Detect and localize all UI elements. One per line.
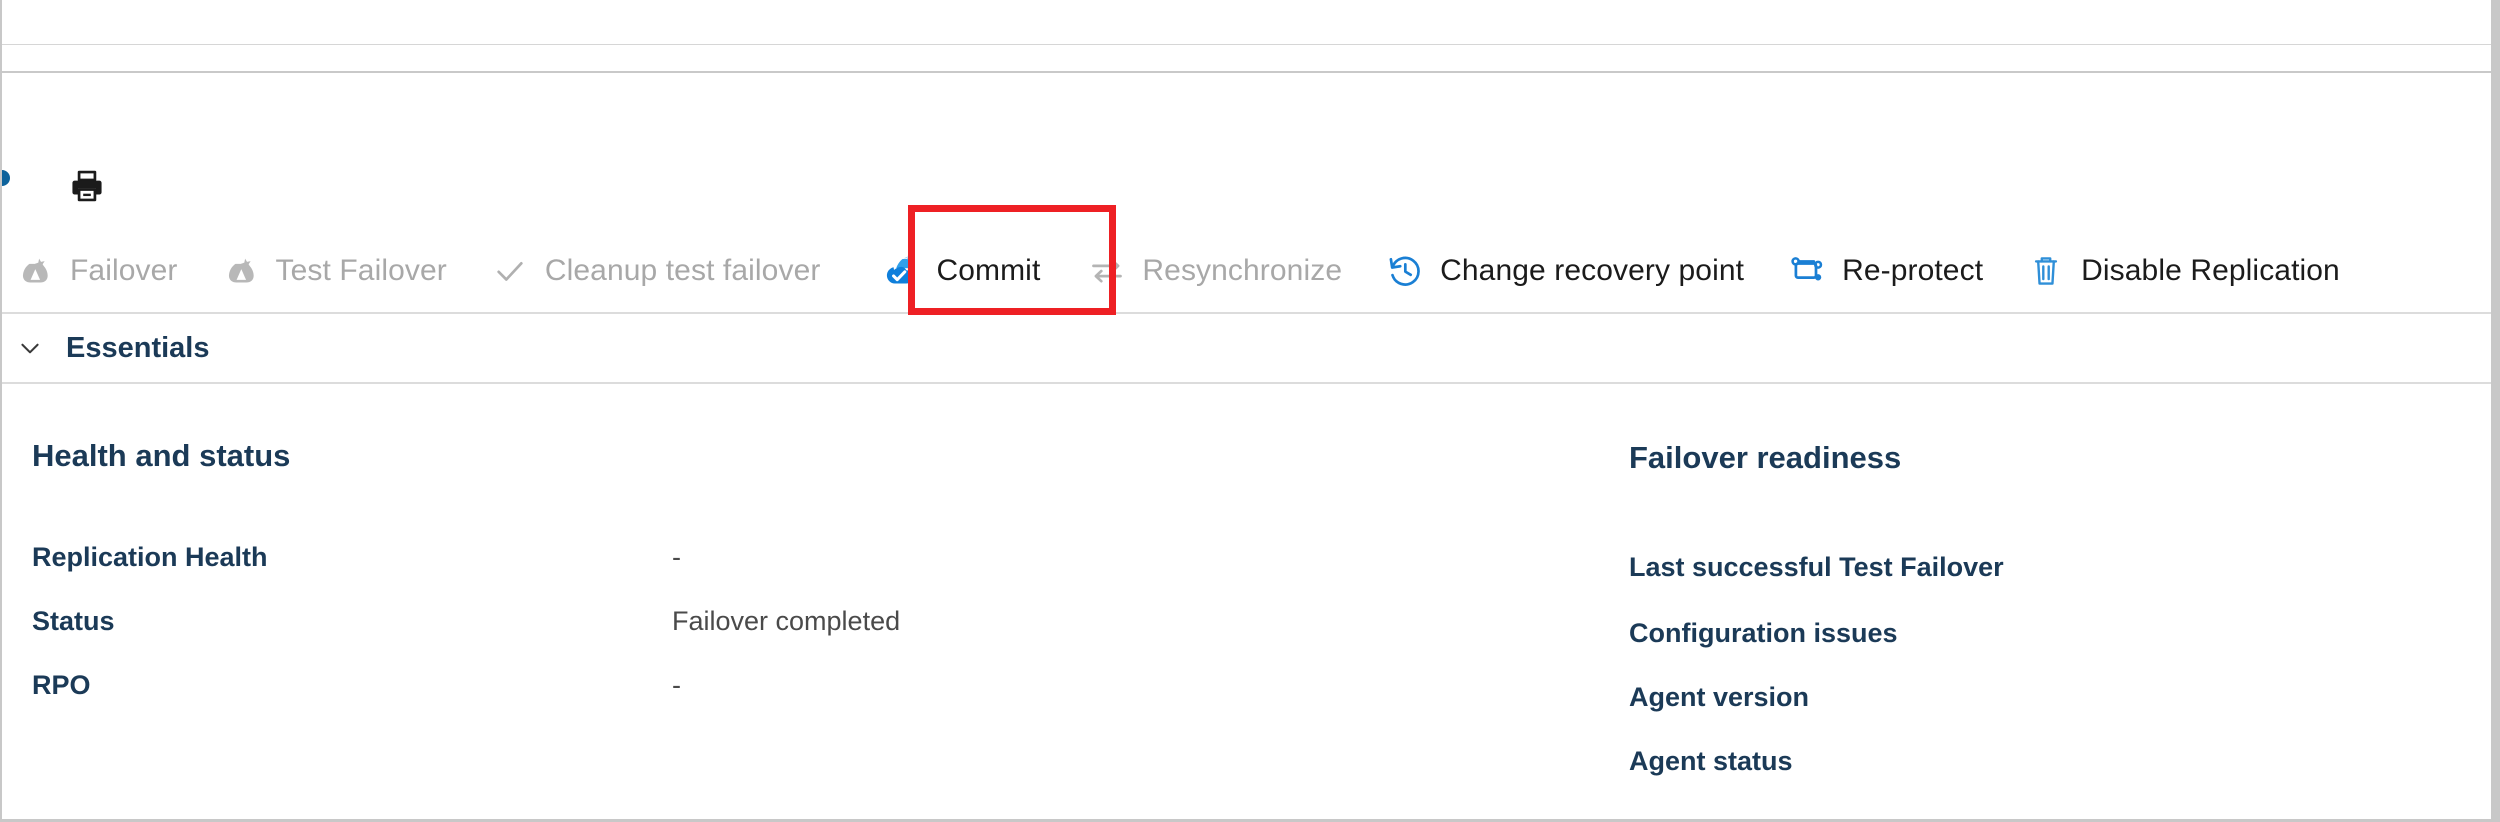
toolbar-item-label: Test Failover	[275, 254, 447, 287]
test-failover-icon	[220, 251, 262, 291]
toolbar-item-test-failover[interactable]: Test Failover	[220, 240, 447, 302]
toolbar-item-label: Cleanup test failover	[544, 254, 821, 287]
failover-readiness-title: Failover readiness	[1629, 440, 1902, 475]
essentials-bottom-divider	[2, 382, 2491, 384]
toolbar-item-label: Disable Replication	[2081, 254, 2340, 287]
chevron-down-icon	[8, 326, 52, 370]
essentials-section-header[interactable]: Essentials	[2, 314, 2491, 382]
checkmark-icon	[489, 251, 531, 291]
property-value: Failover completed	[672, 606, 901, 636]
clock-history-icon	[1384, 251, 1426, 291]
toolbar-item-disable-replication[interactable]: Disable Replication	[2025, 240, 2340, 302]
re-protect-icon	[1786, 251, 1828, 291]
property-row-replication-health: Replication Health -	[32, 542, 1432, 572]
toolbar-item-change-recovery-point[interactable]: Change recovery point	[1384, 240, 1744, 302]
clipped-partial-icon	[2, 168, 14, 208]
toolbar-item-resynchronize[interactable]: Resynchronize	[1086, 240, 1342, 302]
property-value: -	[672, 670, 681, 700]
property-value: -	[672, 542, 681, 572]
toolbar-item-label: Resynchronize	[1142, 254, 1343, 287]
property-key: RPO	[32, 670, 91, 700]
property-row-configuration-issues: Configuration issues	[1629, 618, 2449, 648]
health-and-status-title: Health and status	[32, 438, 291, 473]
property-row-agent-version: Agent version	[1629, 682, 2449, 712]
essentials-label: Essentials	[66, 331, 210, 364]
resynchronize-arrows-icon	[1086, 251, 1128, 291]
trash-icon	[2025, 251, 2067, 291]
property-row-agent-status: Agent status	[1629, 746, 2449, 776]
failover-icon	[14, 251, 56, 291]
property-key: Last successful Test Failover	[1629, 552, 2004, 582]
toolbar-item-label: Commit	[936, 254, 1041, 287]
toolbar-item-commit[interactable]: Commit	[880, 240, 1040, 302]
property-key: Agent version	[1629, 682, 1810, 712]
top-divider	[2, 44, 2491, 45]
toolbar-item-label: Failover	[70, 254, 178, 287]
toolbar-item-failover[interactable]: Failover	[14, 240, 178, 302]
command-bar	[2, 72, 2491, 201]
property-key: Agent status	[1629, 746, 1793, 776]
print-button[interactable]	[64, 166, 110, 210]
toolbar-item-label: Change recovery point	[1440, 254, 1745, 287]
toolbar-item-label: Re-protect	[1842, 254, 1984, 287]
commit-cloud-check-icon	[880, 251, 922, 291]
property-row-last-successful-test-failover: Last successful Test Failover	[1629, 552, 2449, 582]
property-key: Configuration issues	[1629, 618, 1898, 648]
property-key: Status	[32, 606, 115, 636]
essentials-body: Health and status Replication Health - S…	[2, 386, 2491, 816]
replication-item-overview-page: Failover Test Failover Cleanup test fail…	[0, 0, 2500, 822]
print-icon	[68, 167, 106, 210]
toolbar-item-re-protect[interactable]: Re-protect	[1786, 240, 1983, 302]
property-key: Replication Health	[32, 542, 268, 572]
property-row-status: Status Failover completed	[32, 606, 1432, 636]
action-toolbar: Failover Test Failover Cleanup test fail…	[2, 230, 2491, 312]
toolbar-item-cleanup-test-failover[interactable]: Cleanup test failover	[489, 240, 821, 302]
property-row-rpo: RPO -	[32, 670, 1432, 700]
